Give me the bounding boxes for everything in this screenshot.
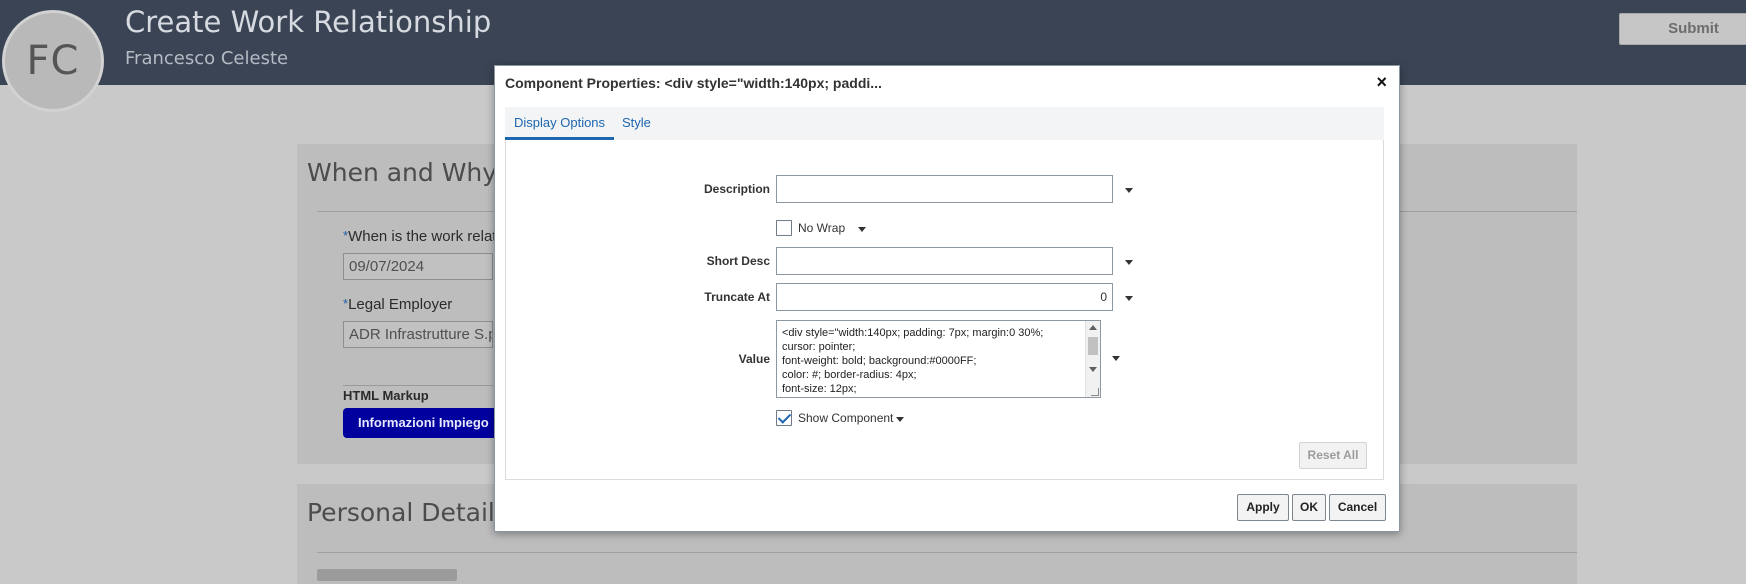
- value-dropdown-icon[interactable]: [1112, 356, 1120, 361]
- date-input[interactable]: 09/07/2024: [343, 253, 493, 280]
- legal-employer-input[interactable]: ADR Infrastrutture S.p.: [343, 321, 493, 348]
- section-title-personal-details: Personal Details: [307, 498, 508, 527]
- legal-employer-label: *Legal Employer: [343, 296, 453, 313]
- description-dropdown-icon[interactable]: [1125, 188, 1133, 193]
- cut-off-field-label: [317, 569, 457, 581]
- show-component-dropdown-icon[interactable]: [896, 417, 904, 422]
- date-field-label: *When is the work relat: [343, 228, 497, 245]
- value-text[interactable]: <div style="width:140px; padding: 7px; m…: [782, 326, 1082, 396]
- component-properties-dialog: Component Properties: <div style="width:…: [494, 65, 1400, 532]
- truncate-at-label: Truncate At: [704, 290, 770, 304]
- reset-all-button[interactable]: Reset All: [1299, 442, 1367, 469]
- tab-display-options[interactable]: Display Options: [505, 107, 615, 140]
- short-desc-label: Short Desc: [706, 254, 770, 268]
- scroll-thumb[interactable]: [1088, 337, 1098, 355]
- tab-bar: Display Options Style: [505, 107, 1384, 140]
- no-wrap-dropdown-icon[interactable]: [858, 227, 866, 232]
- close-icon[interactable]: ×: [1376, 72, 1387, 93]
- page-title: Create Work Relationship: [125, 5, 492, 39]
- avatar: FC: [2, 10, 104, 112]
- tab-style[interactable]: Style: [613, 107, 660, 140]
- value-scrollbar[interactable]: [1085, 321, 1100, 397]
- cancel-button[interactable]: Cancel: [1329, 494, 1386, 521]
- short-desc-input[interactable]: [776, 247, 1113, 275]
- scroll-up-icon[interactable]: [1089, 325, 1097, 330]
- truncate-at-input[interactable]: 0: [776, 283, 1113, 311]
- display-options-panel: Description No Wrap Short Desc Truncate …: [505, 140, 1384, 480]
- no-wrap-checkbox[interactable]: [776, 220, 792, 236]
- scroll-down-icon[interactable]: [1089, 367, 1097, 372]
- html-markup-label: HTML Markup: [343, 388, 429, 403]
- avatar-initials: FC: [26, 38, 80, 84]
- value-label: Value: [738, 352, 770, 366]
- resize-grip-icon[interactable]: [1091, 388, 1099, 396]
- short-desc-dropdown-icon[interactable]: [1125, 260, 1133, 265]
- section-divider: [317, 552, 1577, 553]
- section-title-when-why: When and Why: [307, 158, 498, 187]
- show-component-label: Show Component: [798, 411, 894, 425]
- no-wrap-label: No Wrap: [798, 221, 846, 235]
- submit-button[interactable]: Submit: [1619, 13, 1746, 45]
- html-markup-divider: [343, 385, 493, 386]
- ok-button[interactable]: OK: [1292, 494, 1326, 521]
- show-component-checkbox[interactable]: [776, 410, 792, 426]
- description-input[interactable]: [776, 175, 1113, 203]
- value-textarea[interactable]: <div style="width:140px; padding: 7px; m…: [776, 320, 1101, 398]
- truncate-at-dropdown-icon[interactable]: [1125, 296, 1133, 301]
- informazioni-impiego-button[interactable]: Informazioni Impiego: [343, 408, 513, 438]
- page-subtitle: Francesco Celeste: [125, 48, 289, 69]
- dialog-title: Component Properties: <div style="width:…: [505, 75, 882, 91]
- apply-button[interactable]: Apply: [1237, 494, 1289, 521]
- description-label: Description: [703, 182, 770, 196]
